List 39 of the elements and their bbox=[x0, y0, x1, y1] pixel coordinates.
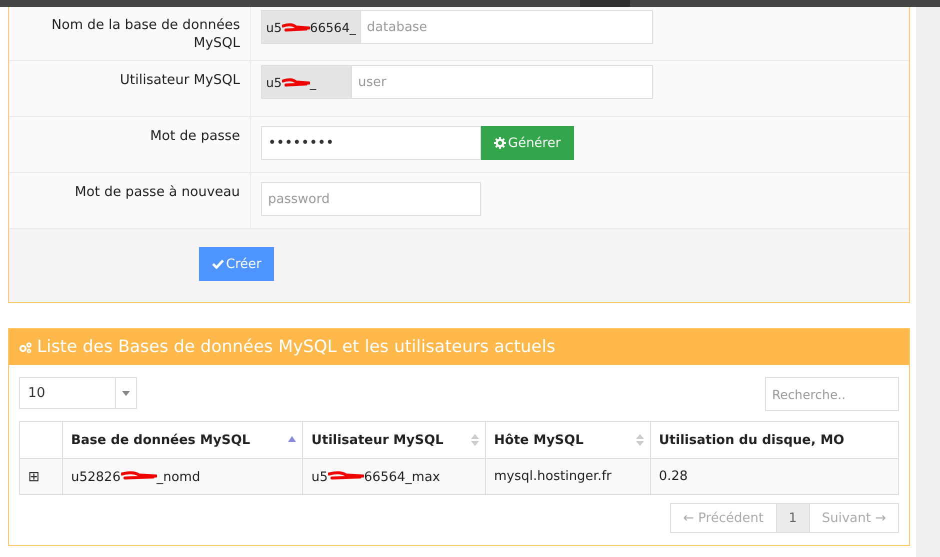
field-label: Mot de passe bbox=[9, 117, 251, 172]
caret-icon bbox=[122, 390, 130, 396]
page-size-select[interactable]: 10 bbox=[19, 377, 137, 409]
gears-icon bbox=[19, 342, 32, 352]
prefix-text: _ bbox=[310, 74, 316, 90]
table-cell: u5 bbox=[311, 470, 328, 484]
prefix-text: u5 bbox=[266, 20, 282, 34]
column-header[interactable]: Hôte MySQL bbox=[486, 422, 650, 458]
field-label: Mot de passe à nouveau bbox=[9, 173, 251, 228]
sort-icon bbox=[471, 434, 480, 446]
sort-icon bbox=[636, 434, 644, 446]
select-value: 10 bbox=[27, 384, 46, 403]
table-cell: _nomd bbox=[156, 470, 200, 484]
redaction-scribble bbox=[328, 468, 364, 480]
panel-title: Liste des Bases de données MySQL et les utilisateurs actuels bbox=[37, 337, 556, 357]
password-field[interactable]: password bbox=[261, 182, 481, 216]
table-cell: 66564_max bbox=[364, 470, 440, 484]
table-cell: mysql.hostinger.fr bbox=[494, 469, 612, 484]
password-field[interactable]: •••••••• bbox=[261, 126, 481, 160]
check-icon bbox=[212, 259, 224, 269]
scrollbar[interactable] bbox=[916, 7, 940, 557]
column-header[interactable]: Base de données MySQL bbox=[62, 422, 303, 458]
table-cell: 0.28 bbox=[658, 469, 688, 484]
expand-button[interactable]: ⊞ bbox=[28, 468, 40, 484]
redaction-scribble bbox=[282, 21, 310, 33]
input-field[interactable]: database bbox=[360, 10, 653, 44]
prefix-text: u5 bbox=[266, 74, 282, 90]
column-header[interactable]: Utilisation du disque, MO bbox=[650, 422, 898, 458]
pagination-button[interactable]: 1 bbox=[776, 503, 810, 533]
table-cell: u52826 bbox=[71, 470, 121, 484]
search-field[interactable]: Recherche.. bbox=[765, 377, 899, 411]
gear-icon bbox=[494, 137, 506, 149]
redaction-scribble bbox=[120, 468, 157, 480]
prefix-text: 66564_ bbox=[310, 20, 356, 34]
input-field[interactable]: user bbox=[351, 65, 653, 99]
redaction-scribble bbox=[282, 76, 310, 88]
field-label: Nom de la base de données MySQL bbox=[9, 6, 251, 60]
column-header[interactable]: Utilisateur MySQL bbox=[302, 422, 486, 458]
field-label: Utilisateur MySQL bbox=[9, 61, 251, 116]
